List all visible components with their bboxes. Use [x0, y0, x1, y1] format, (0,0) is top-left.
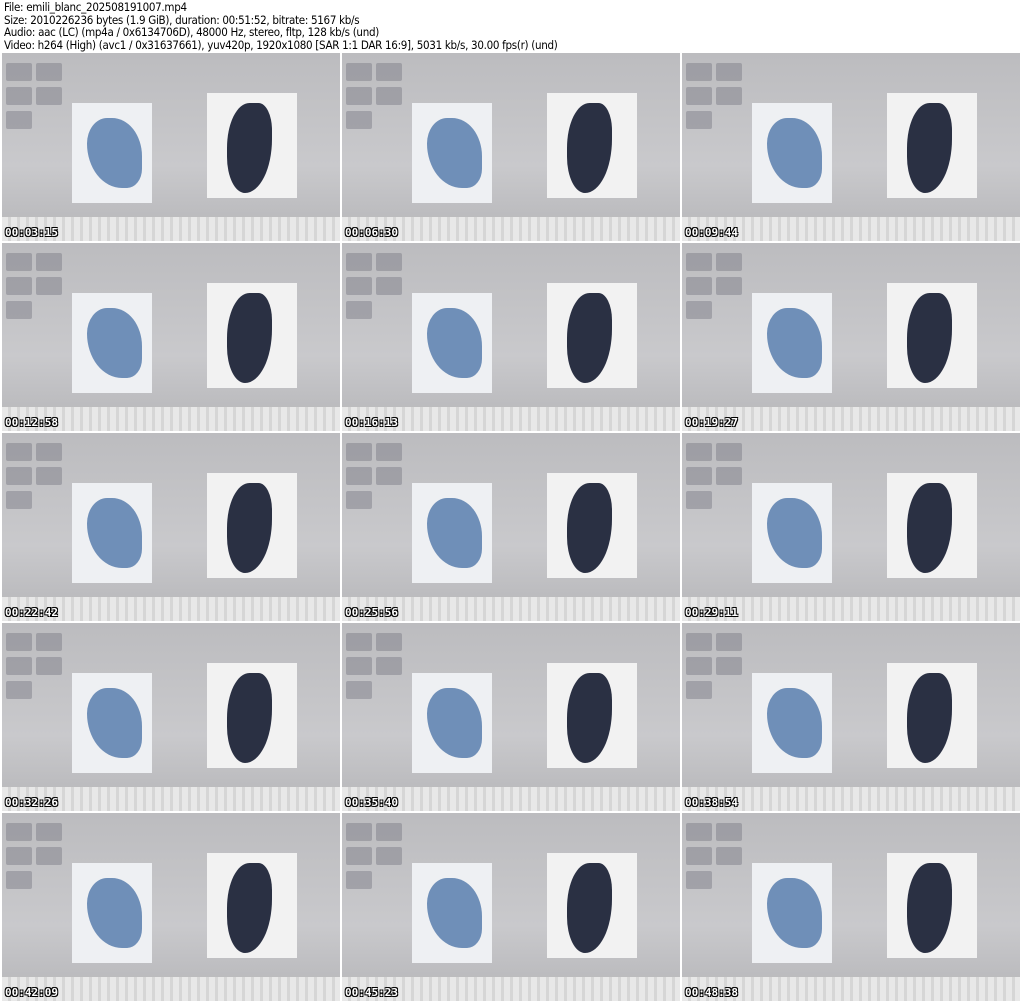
wall-artwork — [72, 293, 152, 393]
wall-artwork — [887, 283, 977, 388]
frame-timestamp: 00:29:11 — [685, 606, 738, 619]
wall-artwork — [547, 473, 637, 578]
wall-artwork — [72, 863, 152, 963]
overlay-panel — [686, 253, 744, 343]
video-frame-thumbnail: 00:03:15 — [2, 53, 340, 241]
overlay-panel — [6, 63, 64, 153]
wall-artwork — [887, 93, 977, 198]
overlay-panel — [686, 63, 744, 153]
wall-artwork — [547, 283, 637, 388]
wall-artwork — [547, 93, 637, 198]
wall-artwork — [412, 673, 492, 773]
video-frame-thumbnail: 00:19:27 — [682, 243, 1020, 431]
video-frame-thumbnail: 00:45:23 — [342, 813, 680, 1001]
frame-timestamp: 00:16:13 — [345, 416, 398, 429]
frame-timestamp: 00:09:44 — [685, 226, 738, 239]
overlay-panel — [686, 443, 744, 533]
overlay-panel — [346, 63, 404, 153]
wall-artwork — [752, 483, 832, 583]
video-frame-thumbnail: 00:25:56 — [342, 433, 680, 621]
audio-info: Audio: aac (LC) (mp4a / 0x6134706D), 480… — [4, 25, 379, 39]
file-info-header: File: emili_blanc_202508191007.mp4 Size:… — [4, 1, 558, 51]
video-frame-thumbnail: 00:09:44 — [682, 53, 1020, 241]
overlay-panel — [686, 633, 744, 723]
wall-artwork — [887, 663, 977, 768]
overlay-panel — [346, 253, 404, 343]
wall-artwork — [72, 483, 152, 583]
frame-timestamp: 00:06:30 — [345, 226, 398, 239]
video-frame-thumbnail: 00:16:13 — [342, 243, 680, 431]
wall-artwork — [887, 853, 977, 958]
wall-artwork — [547, 853, 637, 958]
video-info: Video: h264 (High) (avc1 / 0x31637661), … — [4, 37, 558, 52]
overlay-panel — [346, 443, 404, 533]
frame-timestamp: 00:42:09 — [5, 986, 58, 999]
frame-timestamp: 00:19:27 — [685, 416, 738, 429]
frame-timestamp: 00:35:40 — [345, 796, 398, 809]
wall-artwork — [207, 853, 297, 958]
wall-artwork — [72, 103, 152, 203]
frame-timestamp: 00:12:58 — [5, 416, 58, 429]
video-frame-thumbnail: 00:32:26 — [2, 623, 340, 811]
overlay-panel — [346, 633, 404, 723]
wall-artwork — [752, 673, 832, 773]
frame-timestamp: 00:38:54 — [685, 796, 738, 809]
wall-artwork — [207, 283, 297, 388]
frame-timestamp: 00:45:23 — [345, 986, 398, 999]
wall-artwork — [752, 863, 832, 963]
frame-timestamp: 00:48:38 — [685, 986, 738, 999]
video-frame-thumbnail: 00:42:09 — [2, 813, 340, 1001]
frame-timestamp: 00:22:42 — [5, 606, 58, 619]
wall-artwork — [207, 663, 297, 768]
overlay-panel — [6, 443, 64, 533]
frame-timestamp: 00:32:26 — [5, 796, 58, 809]
wall-artwork — [752, 293, 832, 393]
wall-artwork — [207, 93, 297, 198]
video-frame-thumbnail: 00:35:40 — [342, 623, 680, 811]
video-frame-thumbnail: 00:29:11 — [682, 433, 1020, 621]
wall-artwork — [412, 293, 492, 393]
thumbnail-grid: 00:03:15 00:06:30 00:09:44 00:12:58 00:1 — [2, 53, 1020, 1001]
wall-artwork — [72, 673, 152, 773]
overlay-panel — [6, 633, 64, 723]
video-frame-thumbnail: 00:12:58 — [2, 243, 340, 431]
overlay-panel — [686, 823, 744, 913]
wall-artwork — [547, 663, 637, 768]
overlay-panel — [6, 823, 64, 913]
wall-artwork — [412, 483, 492, 583]
overlay-panel — [346, 823, 404, 913]
wall-artwork — [207, 473, 297, 578]
wall-artwork — [752, 103, 832, 203]
video-frame-thumbnail: 00:06:30 — [342, 53, 680, 241]
wall-artwork — [887, 473, 977, 578]
video-frame-thumbnail: 00:22:42 — [2, 433, 340, 621]
video-frame-thumbnail: 00:38:54 — [682, 623, 1020, 811]
frame-timestamp: 00:25:56 — [345, 606, 398, 619]
wall-artwork — [412, 103, 492, 203]
overlay-panel — [6, 253, 64, 343]
frame-timestamp: 00:03:15 — [5, 226, 58, 239]
video-frame-thumbnail: 00:48:38 — [682, 813, 1020, 1001]
file-name: File: emili_blanc_202508191007.mp4 — [4, 0, 187, 14]
wall-artwork — [412, 863, 492, 963]
